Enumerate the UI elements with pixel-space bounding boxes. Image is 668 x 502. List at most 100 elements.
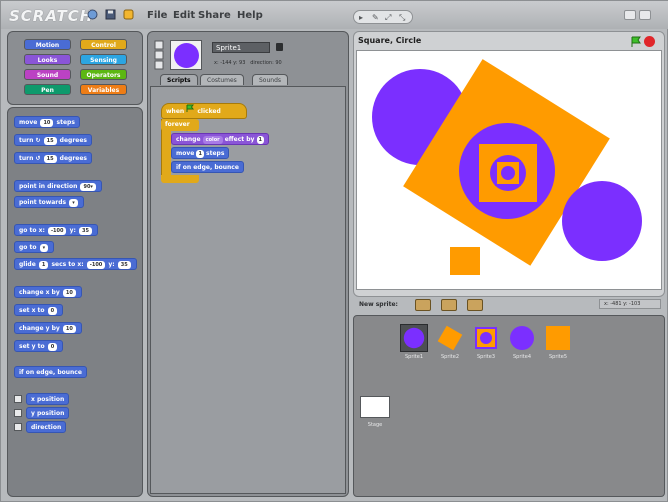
- tab-scripts[interactable]: Scripts: [160, 74, 198, 85]
- effect-dropdown[interactable]: color: [202, 136, 223, 144]
- menu-edit[interactable]: Edit: [173, 10, 195, 21]
- share-icon[interactable]: [123, 9, 134, 20]
- grow-tool-icon[interactable]: ⤢: [385, 13, 391, 23]
- sprite-thumb-1[interactable]: Sprite1: [398, 324, 430, 362]
- block-input[interactable]: -100: [86, 261, 106, 269]
- sprite-thumb-5[interactable]: Sprite5: [542, 324, 574, 362]
- green-flag-icon[interactable]: [630, 36, 642, 48]
- purple-circle-icon: [510, 326, 534, 350]
- block-input[interactable]: 0: [47, 343, 58, 351]
- stamp-tool-icon[interactable]: ✎: [372, 13, 379, 22]
- block-input[interactable]: 35: [78, 227, 92, 235]
- menu-share[interactable]: Share: [198, 10, 231, 21]
- menu-bar: SCRATCH File Edit Share Help ▸ ✎ ⤢ ⤡: [1, 1, 668, 29]
- block-label: point in direction: [19, 183, 78, 190]
- sprite-thumbnail: [170, 40, 202, 70]
- effect-amount-input[interactable]: 1: [256, 136, 265, 144]
- x-position-checkbox[interactable]: [14, 395, 22, 403]
- stop-sign-icon[interactable]: [644, 36, 655, 47]
- sprite-thumb-4[interactable]: Sprite4: [506, 324, 538, 362]
- sprite-label: Sprite3: [476, 354, 495, 360]
- block-input[interactable]: 0: [47, 307, 58, 315]
- block-input[interactable]: 15: [43, 155, 57, 163]
- change-x-block[interactable]: change x by 10: [14, 286, 82, 298]
- paint-sprite-button[interactable]: [415, 299, 431, 311]
- purple-circle-icon: [400, 324, 428, 352]
- forever-block[interactable]: forever: [161, 119, 199, 131]
- block-input[interactable]: 10: [40, 119, 54, 127]
- tab-costumes[interactable]: Costumes: [200, 74, 244, 85]
- sprite-thumb-2[interactable]: Sprite2: [434, 324, 466, 362]
- category-motion[interactable]: Motion: [24, 39, 71, 50]
- goto-block[interactable]: go to ▾: [14, 241, 55, 253]
- y-position-reporter[interactable]: y position: [26, 407, 70, 419]
- scripts-panel: Sprite1 x: -144 y: 93 direction: 90 Scri…: [147, 31, 349, 497]
- stage-graphics: [372, 59, 642, 275]
- choose-sprite-button[interactable]: [441, 299, 457, 311]
- change-y-block[interactable]: change y by 10: [14, 322, 82, 334]
- block-input[interactable]: 1: [38, 261, 49, 269]
- block-label: glide: [19, 261, 36, 268]
- y-position-checkbox[interactable]: [14, 409, 22, 417]
- block-input[interactable]: 15: [43, 137, 57, 145]
- bounce-block[interactable]: if on edge, bounce: [14, 366, 87, 378]
- lock-icon[interactable]: [276, 43, 283, 51]
- turn-ccw-block[interactable]: turn ↺ 15 degrees: [14, 152, 92, 164]
- random-sprite-button[interactable]: [467, 299, 483, 311]
- rotation-style-icon[interactable]: [154, 40, 164, 70]
- category-operators[interactable]: Operators: [80, 69, 127, 80]
- globe-icon[interactable]: [87, 9, 98, 20]
- block-input[interactable]: 90▾: [80, 183, 96, 191]
- point-towards-block[interactable]: point towards ▾: [14, 196, 84, 208]
- category-sensing[interactable]: Sensing: [80, 54, 127, 65]
- when-flag-clicked-block[interactable]: when clicked: [161, 103, 247, 119]
- normal-stage-button[interactable]: [639, 10, 651, 20]
- block-input[interactable]: 10: [62, 325, 76, 333]
- direction-checkbox[interactable]: [14, 423, 22, 431]
- block-label: set y to: [19, 343, 45, 350]
- glide-block[interactable]: glide 1 secs to x: -100 y: 35: [14, 258, 137, 270]
- set-y-block[interactable]: set y to 0: [14, 340, 64, 352]
- stage-canvas[interactable]: [356, 50, 662, 290]
- block-input[interactable]: ▾: [39, 244, 49, 252]
- move-steps-script-block[interactable]: move 1 steps: [171, 147, 230, 159]
- orange-square-icon: [437, 325, 463, 351]
- block-input[interactable]: ▾: [69, 199, 78, 207]
- stage-thumbnail-label: Stage: [367, 422, 383, 428]
- block-label: steps: [206, 150, 225, 157]
- sprite-thumb-3[interactable]: Sprite3: [470, 324, 502, 362]
- sprite-circle-right[interactable]: [562, 181, 642, 261]
- move-steps-block[interactable]: move 10 steps: [14, 116, 80, 128]
- point-direction-block[interactable]: point in direction 90▾: [14, 180, 102, 192]
- sprite-name-field[interactable]: Sprite1: [212, 42, 270, 53]
- tab-sounds[interactable]: Sounds: [252, 74, 289, 85]
- stage-thumbnail[interactable]: [360, 396, 390, 418]
- category-pen[interactable]: Pen: [24, 84, 71, 95]
- block-label: turn ↻: [19, 137, 41, 144]
- goto-xy-block[interactable]: go to x: -100 y: 35: [14, 224, 98, 236]
- script-area[interactable]: when clicked forever change color effect…: [150, 86, 346, 494]
- category-looks[interactable]: Looks: [24, 54, 71, 65]
- small-stage-button[interactable]: [624, 10, 636, 20]
- move-steps-input[interactable]: 1: [196, 150, 204, 158]
- shrink-tool-icon[interactable]: ⤡: [399, 13, 405, 23]
- category-variables[interactable]: Variables: [80, 84, 127, 95]
- set-x-block[interactable]: set x to 0: [14, 304, 64, 316]
- menu-help[interactable]: Help: [237, 10, 263, 21]
- category-sound[interactable]: Sound: [24, 69, 71, 80]
- block-input[interactable]: 10: [62, 289, 76, 297]
- stage-panel: Square, Circle: [353, 31, 665, 297]
- x-position-reporter[interactable]: x position: [26, 393, 70, 405]
- direction-reporter[interactable]: direction: [26, 421, 67, 433]
- pointer-tool-icon[interactable]: ▸: [359, 13, 363, 22]
- turn-cw-block[interactable]: turn ↻ 15 degrees: [14, 134, 92, 146]
- block-input[interactable]: 35: [117, 261, 131, 269]
- mouse-xy-readout: x: -481 y: -103: [599, 299, 661, 309]
- bounce-script-block[interactable]: if on edge, bounce: [171, 161, 244, 173]
- block-input[interactable]: -100: [47, 227, 67, 235]
- menu-file[interactable]: File: [147, 10, 167, 21]
- sprite-square-small[interactable]: [450, 247, 480, 275]
- save-icon[interactable]: [105, 9, 116, 20]
- change-effect-block[interactable]: change color effect by 1: [171, 133, 270, 145]
- category-control[interactable]: Control: [80, 39, 127, 50]
